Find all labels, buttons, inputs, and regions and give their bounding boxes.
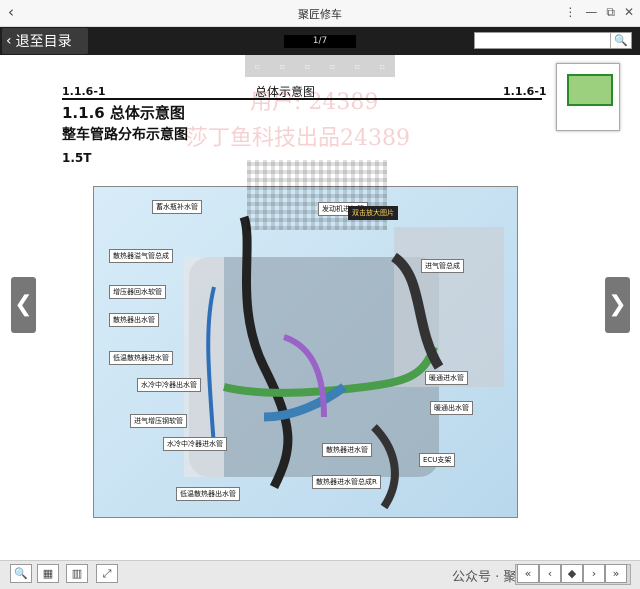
book-view-icon[interactable]: ▥ bbox=[66, 564, 88, 583]
figure-label: 进气管总成 bbox=[421, 259, 464, 273]
figure-label: 暖通出水管 bbox=[430, 401, 473, 415]
header-rule bbox=[62, 98, 542, 100]
figure-label: 散热器溢气管总成 bbox=[109, 249, 173, 263]
back-to-toc-label: 退至目录 bbox=[15, 34, 72, 50]
next-page-button[interactable]: ❯ bbox=[605, 277, 630, 333]
minimize-icon[interactable]: — bbox=[585, 5, 597, 20]
page-thumbnail[interactable] bbox=[556, 63, 620, 131]
floating-toolbar[interactable]: ▫ ▫ ▫ ▫ ▫ ▫ bbox=[245, 55, 395, 77]
search-input[interactable]: 🔍 bbox=[474, 32, 632, 49]
page-indicator: 1/7 bbox=[284, 35, 356, 48]
prev-page-button[interactable]: ❮ bbox=[11, 277, 36, 333]
last-page-icon[interactable]: » bbox=[605, 564, 627, 583]
restore-icon[interactable]: ⧉ bbox=[606, 5, 615, 20]
chevron-left-icon: ‹ bbox=[6, 33, 12, 49]
expand-icon[interactable]: ⤢ bbox=[96, 564, 118, 583]
figure-label: 进气增压钢软管 bbox=[130, 414, 187, 428]
next-icon[interactable]: › bbox=[583, 564, 605, 583]
menu-icon[interactable]: ⋮ bbox=[564, 5, 576, 20]
figure-label: 增压器回水软管 bbox=[109, 285, 166, 299]
watermark-publisher: 莎丁鱼科技出品24389 bbox=[186, 126, 410, 151]
figure-label: 暖通进水管 bbox=[425, 371, 468, 385]
header-code-left: 1.1.6-1 bbox=[62, 85, 106, 98]
figure-label: 水冷中冷器进水管 bbox=[163, 437, 227, 451]
page-dot-icon[interactable]: ◆ bbox=[561, 564, 583, 583]
engine-label: 1.5T bbox=[62, 151, 92, 165]
window-title: 聚匠修车 bbox=[298, 8, 342, 21]
search-icon[interactable]: 🔍 bbox=[610, 33, 631, 48]
figure-label: 低温散热器出水管 bbox=[176, 487, 240, 501]
section-title: 1.1.6 总体示意图 bbox=[62, 104, 185, 122]
prev-icon[interactable]: ‹ bbox=[539, 564, 561, 583]
zoom-tooltip: 双击放大图片 bbox=[348, 206, 398, 220]
figure-label: 低温散热器进水管 bbox=[109, 351, 173, 365]
first-page-icon[interactable]: « bbox=[517, 564, 539, 583]
thumbnail-preview bbox=[567, 74, 613, 106]
grid-view-icon[interactable]: ▦ bbox=[37, 564, 59, 583]
figure-label: 散热器进水管 bbox=[322, 443, 372, 457]
figure-label: 蓄水瓶补水管 bbox=[152, 200, 202, 214]
title-bar: ‹ 聚匠修车 ⋮ — ⧉ ✕ bbox=[0, 0, 640, 27]
back-to-toc-button[interactable]: ‹ 退至目录 bbox=[2, 28, 88, 54]
section-subtitle: 整车管路分布示意图 bbox=[62, 127, 188, 143]
figure-label: 散热器进水管总成R bbox=[312, 475, 381, 489]
close-icon[interactable]: ✕ bbox=[624, 5, 634, 20]
header-code-right: 1.1.6-1 bbox=[503, 85, 547, 98]
zoom-icon[interactable]: 🔍 bbox=[10, 564, 32, 583]
figure-label: 散热器出水管 bbox=[109, 313, 159, 327]
figure-label: ECU支架 bbox=[419, 453, 456, 467]
figure-label: 水冷中冷器出水管 bbox=[137, 378, 201, 392]
window-controls: ⋮ — ⧉ ✕ bbox=[564, 5, 634, 20]
